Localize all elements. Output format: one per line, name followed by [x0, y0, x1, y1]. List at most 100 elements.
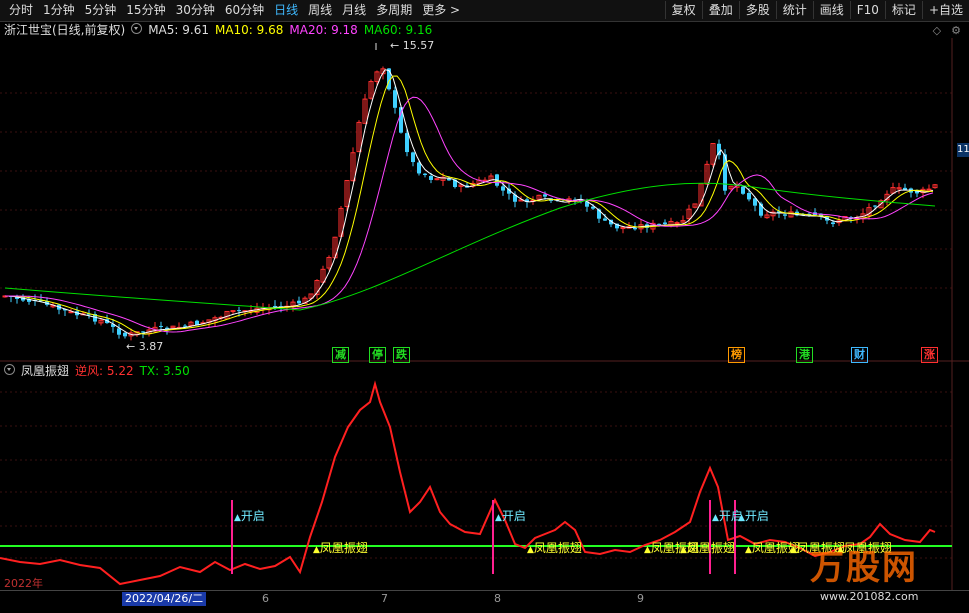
triangle-icon: ▲ [495, 513, 502, 523]
gear-icon[interactable]: ⚙ [951, 24, 961, 37]
candle [176, 322, 182, 329]
event-marker[interactable]: 跌 [393, 347, 410, 363]
watermark-logo: 万股网 [810, 548, 918, 588]
period-tab[interactable]: 分时 [4, 2, 38, 19]
event-marker[interactable]: 涨 [921, 347, 938, 363]
dropdown-icon[interactable] [4, 364, 15, 375]
watermark-url: www.201082.com [820, 590, 919, 603]
candle [783, 210, 787, 220]
candle-body [926, 188, 932, 191]
period-tab[interactable]: 30分钟 [171, 2, 220, 19]
candle-body [411, 152, 415, 163]
ma5-value: MA5: 9.61 [148, 23, 209, 37]
toolbar-button[interactable]: 统计 [775, 1, 813, 19]
candle-body [159, 325, 163, 327]
toolbar-button[interactable]: 多股 [738, 1, 776, 19]
diamond-icon[interactable]: ◇ [933, 24, 941, 37]
candle [926, 184, 932, 192]
candle-body [741, 186, 745, 194]
candle [423, 172, 427, 178]
candle [224, 310, 230, 320]
ma10-value: MA10: 9.68 [214, 23, 284, 37]
event-marker[interactable]: 港 [796, 347, 813, 363]
triangle-icon: ▲ [644, 545, 651, 555]
signal-label: ▲开启 [234, 507, 265, 524]
candle [39, 294, 43, 303]
triangle-icon: ▲ [234, 513, 241, 523]
candle-body [141, 331, 145, 333]
period-tab[interactable]: 日线 [269, 2, 303, 19]
candle [692, 203, 698, 209]
candle [896, 182, 902, 194]
candle-body [273, 305, 277, 307]
event-marker[interactable]: 财 [851, 347, 868, 363]
triangle-icon: ▲ [313, 545, 320, 555]
candle [141, 330, 145, 339]
toolbar-button[interactable]: 叠加 [701, 1, 739, 19]
ma20-value: MA20: 9.18 [289, 23, 358, 37]
candle-body [657, 223, 661, 225]
signal-label: ▲凤凰振翅 [313, 539, 368, 556]
candle-body [117, 328, 121, 335]
event-marker[interactable]: 减 [332, 347, 349, 363]
info-line: 浙江世宝(日线,前复权) MA5: 9.61 MA10: 9.68 MA20: … [4, 22, 432, 38]
candle-body [873, 205, 877, 207]
candle-body [663, 222, 667, 225]
period-tab[interactable]: 5分钟 [80, 2, 122, 19]
kline-chart[interactable]: ← 15.57 ← 3.87 [0, 38, 969, 362]
candle-body [123, 332, 127, 337]
candle [932, 184, 938, 189]
year-label: 2022年 [4, 577, 43, 590]
toolbar-button[interactable]: 标记 [884, 1, 922, 19]
candle-body [429, 175, 433, 180]
event-marker[interactable]: 榜 [728, 347, 745, 363]
triangle-icon: ▲ [712, 513, 719, 523]
candle [788, 205, 794, 218]
triangle-icon: ▲ [527, 545, 534, 555]
month-label: 6 [262, 592, 269, 605]
candle [525, 197, 529, 208]
candle-body [417, 162, 421, 174]
candle-body [183, 325, 187, 327]
candle [488, 173, 494, 181]
chart-controls: ◇ ⚙ [933, 24, 961, 37]
candle [206, 319, 212, 327]
period-tab[interactable]: 60分钟 [220, 2, 269, 19]
period-tab[interactable]: 周线 [303, 2, 337, 19]
triangle-icon: ▲ [790, 545, 797, 555]
candle [111, 318, 115, 333]
candle-body [783, 214, 787, 216]
candle-body [603, 218, 607, 221]
toolbar-button[interactable]: 复权 [664, 1, 702, 19]
period-tab[interactable]: 15分钟 [121, 2, 170, 19]
candle [434, 178, 440, 181]
candle [350, 147, 356, 182]
month-label: 9 [637, 592, 644, 605]
period-tab[interactable]: 更多 > [417, 2, 465, 19]
candle-body [297, 300, 301, 304]
toolbar-button[interactable]: 画线 [812, 1, 850, 19]
signal-text: 开启 [744, 509, 769, 523]
signal-label: ▲凤凰振翅 [680, 539, 735, 556]
candle [117, 323, 121, 339]
period-tab[interactable]: 多周期 [371, 2, 417, 19]
period-tab[interactable]: 月线 [337, 2, 371, 19]
signal-label: ▲凤凰振翅 [527, 539, 582, 556]
dropdown-icon[interactable] [131, 23, 143, 34]
candle-body [543, 194, 547, 197]
toolbar-button[interactable]: F10 [849, 1, 885, 19]
toolbar-button[interactable]: +自选 [921, 1, 969, 19]
candle [903, 183, 907, 191]
candle [704, 160, 710, 185]
stock-title: 浙江世宝(日线,前复权) [4, 23, 126, 37]
signal-text: 开启 [501, 509, 526, 523]
candle [170, 325, 176, 329]
signal-label: ▲开启 [738, 507, 769, 524]
period-tab[interactable]: 1分钟 [38, 2, 80, 19]
signal-text: 凤凰振翅 [319, 541, 368, 555]
event-marker[interactable]: 停 [369, 347, 386, 363]
indicator-name: 凤凰振翅 [21, 364, 70, 378]
candle [717, 139, 721, 160]
signal-text: 凤凰振翅 [533, 541, 582, 555]
period-tabs: 分时 1分钟 5分钟 15分钟 30分钟 60分钟 日线 周线 月线 多周期 更多 > [4, 2, 465, 19]
